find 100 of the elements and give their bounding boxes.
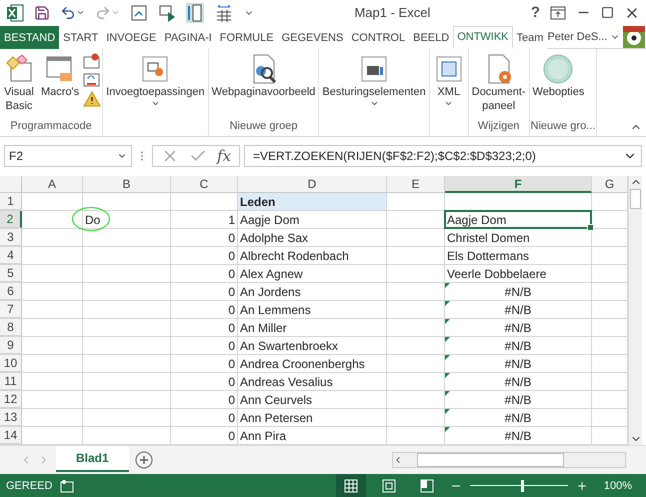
table-cell[interactable]: Andreas Vesalius (238, 373, 386, 390)
ribbon-tab[interactable]: ONTWIKK (453, 26, 513, 49)
table-cell[interactable]: #N/B (445, 319, 591, 336)
ribbon-button[interactable]: Besturingselementen (320, 50, 428, 136)
macro-record-icon[interactable] (60, 478, 74, 493)
undo-icon[interactable] (60, 4, 85, 21)
table-cell[interactable]: #N/B (445, 301, 591, 318)
table-cell[interactable]: Albrecht Rodenbach (238, 247, 386, 264)
scroll-thumb[interactable] (630, 189, 641, 210)
row-header[interactable]: 3 (0, 229, 22, 246)
row-header[interactable]: 14 (0, 427, 22, 444)
column-header[interactable]: G (592, 176, 628, 194)
ribbon-button[interactable]: XML (430, 50, 467, 136)
row-header[interactable]: 5 (0, 265, 22, 282)
group-label: Nieuwe gro... (530, 120, 596, 134)
table-cell[interactable]: An Swartenbroekx (238, 337, 386, 354)
ribbon-button[interactable]: Macro's (39, 50, 82, 120)
column-header[interactable]: B (83, 176, 171, 194)
fill-handle[interactable] (587, 224, 594, 232)
table-cell[interactable]: Ann Petersen (238, 409, 386, 426)
header-cell[interactable]: Leden (238, 193, 386, 210)
table-cell[interactable]: Alex Agnew (238, 265, 386, 282)
row-header[interactable]: 10 (0, 355, 22, 372)
table-cell[interactable]: 0 (171, 391, 237, 408)
column-header[interactable]: F (445, 176, 592, 194)
column-header[interactable]: D (238, 176, 387, 194)
help-button[interactable]: ? (530, 4, 540, 22)
column-icon[interactable] (186, 2, 204, 23)
add-sheet-icon[interactable] (134, 451, 153, 470)
row-header[interactable]: 8 (0, 319, 22, 336)
table-cell[interactable]: An Lemmens (238, 301, 386, 318)
table-cell[interactable]: An Miller (238, 319, 386, 336)
row-header[interactable]: 12 (0, 391, 22, 408)
table-cell[interactable]: 0 (171, 265, 237, 282)
ribbon-button[interactable]: Visual Basic (1, 50, 37, 120)
relative-reference-icon[interactable] (83, 72, 102, 88)
row-header[interactable]: 13 (0, 409, 22, 426)
zoom-in-icon[interactable] (576, 480, 588, 492)
row-header[interactable]: 2 (0, 211, 22, 228)
ribbon-button[interactable]: Invoegtoepassingen (104, 50, 207, 136)
table-cell[interactable]: 0 (171, 337, 237, 354)
ribbon-display-icon[interactable] (550, 6, 566, 20)
zoom-thumb[interactable] (520, 480, 524, 492)
table-cell[interactable]: 0 (171, 409, 237, 426)
ribbon-button[interactable]: Document- paneel (470, 50, 528, 120)
table-cell[interactable]: #N/B (445, 355, 591, 372)
table-cell[interactable]: 1 (171, 211, 237, 228)
table-cell[interactable]: Aagje Dom (445, 211, 591, 228)
sheet-tab[interactable]: Blad1 (56, 446, 129, 472)
warning-icon[interactable] (83, 90, 102, 107)
table-cell[interactable]: 0 (171, 229, 237, 246)
table-cell[interactable]: Do (83, 211, 170, 228)
row-header[interactable]: 11 (0, 373, 22, 390)
table-cell[interactable]: Els Dottermans (445, 247, 591, 264)
column-header[interactable]: A (22, 176, 83, 194)
insert-function-button[interactable]: fx (217, 146, 232, 165)
table-cell[interactable]: Ann Pira (238, 427, 386, 444)
name-box[interactable]: F2 (4, 144, 132, 167)
row-header[interactable]: 4 (0, 247, 22, 264)
table-cell[interactable]: Veerle Dobbelaere (445, 265, 591, 282)
normal-view-icon[interactable] (336, 474, 366, 497)
table-cell[interactable]: 0 (171, 301, 237, 318)
row-header[interactable]: 1 (0, 193, 22, 210)
speech-icon[interactable] (158, 4, 176, 22)
scroll-thumb[interactable] (417, 453, 564, 468)
formula-field[interactable]: =VERT.ZOEKEN(RIJEN($F$2:F2);$C$2:$D$323;2;0) (244, 144, 642, 167)
file-tab[interactable]: BESTAND (0, 26, 60, 49)
table-cell[interactable]: #N/B (445, 391, 591, 408)
row-header[interactable]: 9 (0, 337, 22, 354)
table-resize-icon[interactable] (214, 4, 234, 22)
table-cell[interactable]: Andrea Croonenberghs (238, 355, 386, 372)
form-icon[interactable] (130, 4, 148, 22)
table-cell[interactable]: #N/B (445, 427, 591, 444)
row-header[interactable]: 7 (0, 301, 22, 318)
table-cell[interactable]: 0 (171, 319, 237, 336)
save-icon[interactable] (34, 4, 50, 21)
user-name[interactable]: Peter DeS... (547, 30, 608, 43)
record-macro-icon[interactable] (83, 52, 102, 69)
table-cell[interactable]: 0 (171, 373, 237, 390)
maximize-icon[interactable] (601, 6, 614, 20)
table-cell[interactable]: #N/B (445, 409, 591, 426)
table-cell[interactable]: 0 (171, 427, 237, 444)
column-header[interactable]: E (387, 176, 445, 194)
table-cell[interactable]: Christel Domen (445, 229, 591, 246)
table-cell[interactable]: #N/B (445, 283, 591, 300)
table-cell[interactable]: 0 (171, 247, 237, 264)
table-cell[interactable]: Ann Ceurvels (238, 391, 386, 408)
table-cell[interactable]: 0 (171, 283, 237, 300)
table-cell[interactable]: An Jordens (238, 283, 386, 300)
table-cell[interactable]: #N/B (445, 373, 591, 390)
ribbon-button[interactable]: Webopties (530, 50, 586, 120)
table-cell[interactable]: Adolphe Sax (238, 229, 386, 246)
table-cell[interactable]: 0 (171, 355, 237, 372)
table-cell[interactable]: #N/B (445, 337, 591, 354)
column-header[interactable]: C (171, 176, 238, 194)
group-label: Wijzigen (476, 120, 520, 134)
ribbon-tab[interactable]: Team (512, 26, 548, 49)
table-cell[interactable]: Aagje Dom (238, 211, 386, 228)
row-header[interactable]: 6 (0, 283, 22, 300)
ribbon-button[interactable]: Webpaginavoorbeeld (210, 50, 318, 120)
